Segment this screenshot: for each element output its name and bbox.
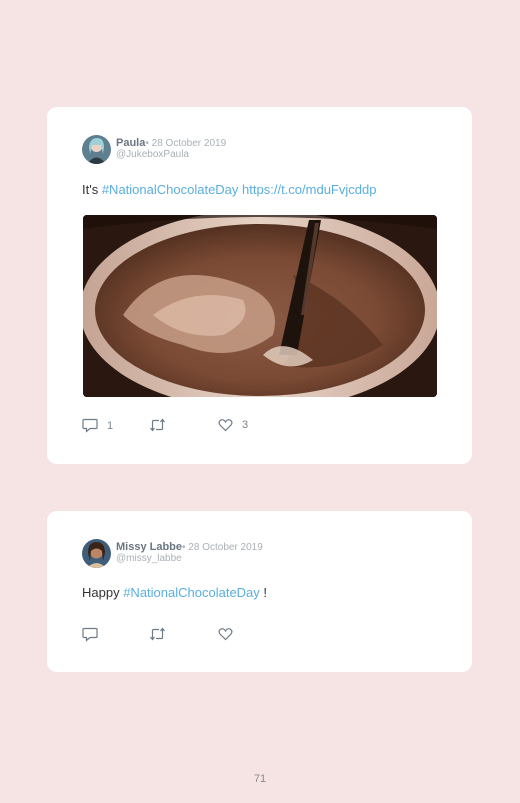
- tweet-card: Paula• 28 October 2019 @JukeboxPaula It'…: [47, 107, 472, 464]
- tweet-card: Missy Labbe• 28 October 2019 @missy_labb…: [47, 511, 472, 672]
- tweet-text-part: Happy: [82, 585, 124, 600]
- tweet-text-part: !: [259, 585, 268, 600]
- page-number: 71: [253, 773, 267, 785]
- retweet-button[interactable]: [149, 627, 175, 641]
- heart-icon: [218, 418, 233, 432]
- avatar[interactable]: [82, 539, 111, 568]
- retweet-button[interactable]: [149, 418, 175, 432]
- reply-count: 1: [107, 419, 114, 432]
- hashtag-link[interactable]: #NationalChocolateDay: [102, 182, 239, 197]
- reply-icon: [82, 627, 98, 642]
- tweet-text: Happy #NationalChocolateDay !: [82, 585, 267, 601]
- avatar[interactable]: [82, 135, 111, 164]
- tweet-date: • 28 October 2019: [145, 138, 227, 149]
- like-button[interactable]: 3: [218, 418, 248, 432]
- tweet-date: • 28 October 2019: [182, 542, 263, 553]
- tweet-text: It's #NationalChocolateDay https://t.co/…: [82, 182, 376, 198]
- author-handle[interactable]: @missy_labbe: [116, 553, 182, 565]
- reply-icon: [82, 418, 98, 433]
- url-link[interactable]: https://t.co/mduFvjcddp: [242, 182, 376, 197]
- retweet-icon: [149, 418, 166, 432]
- heart-icon: [218, 627, 233, 641]
- retweet-icon: [149, 627, 166, 641]
- like-count: 3: [242, 419, 249, 431]
- like-button[interactable]: [218, 627, 242, 641]
- tweet-text-part: It's: [82, 182, 102, 197]
- reply-button[interactable]: 1: [82, 418, 113, 433]
- author-handle[interactable]: @JukeboxPaula: [116, 149, 189, 161]
- author-name[interactable]: Missy Labbe: [116, 541, 182, 553]
- tweet-media-gif[interactable]: [83, 215, 437, 397]
- author-name[interactable]: Paula: [116, 137, 145, 149]
- tweet-actions: [82, 627, 322, 645]
- tweet-actions: 1 3: [82, 418, 322, 436]
- hashtag-link[interactable]: #NationalChocolateDay: [123, 585, 260, 600]
- reply-button[interactable]: [82, 627, 107, 642]
